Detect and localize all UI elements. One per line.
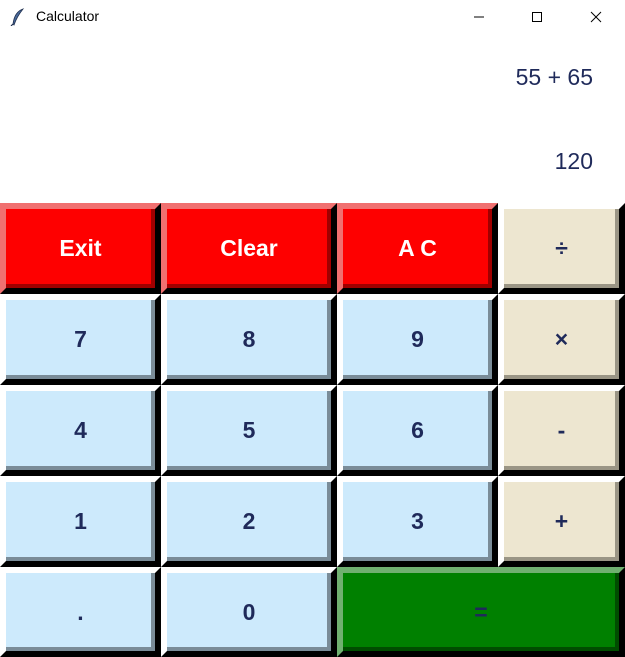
exit-button[interactable]: Exit (0, 203, 161, 294)
eight-button[interactable]: 8 (161, 294, 337, 385)
feather-icon (10, 8, 26, 27)
title-bar[interactable]: Calculator (0, 0, 625, 34)
close-button[interactable] (567, 0, 625, 34)
one-button[interactable]: 1 (0, 476, 161, 567)
four-button[interactable]: 4 (0, 385, 161, 476)
calculator-window: Calculator 55 + 65 120 Exit Clear A C ÷ … (0, 0, 625, 657)
zero-button[interactable]: 0 (161, 567, 337, 657)
maximize-icon (532, 12, 542, 22)
seven-button[interactable]: 7 (0, 294, 161, 385)
all-clear-button[interactable]: A C (337, 203, 498, 294)
window-title: Calculator (36, 8, 100, 24)
expression-display: 55 + 65 (515, 64, 593, 90)
minus-button[interactable]: - (498, 385, 625, 476)
minimize-button[interactable] (450, 0, 508, 34)
clear-button[interactable]: Clear (161, 203, 337, 294)
three-button[interactable]: 3 (337, 476, 498, 567)
decimal-button[interactable]: . (0, 567, 161, 657)
two-button[interactable]: 2 (161, 476, 337, 567)
minimize-icon (474, 16, 484, 18)
multiply-button[interactable]: × (498, 294, 625, 385)
result-display: 120 (554, 148, 593, 174)
equals-button[interactable]: = (337, 567, 625, 657)
maximize-button[interactable] (508, 0, 566, 34)
close-icon (590, 11, 602, 23)
six-button[interactable]: 6 (337, 385, 498, 476)
divide-button[interactable]: ÷ (498, 203, 625, 294)
plus-button[interactable]: + (498, 476, 625, 567)
nine-button[interactable]: 9 (337, 294, 498, 385)
five-button[interactable]: 5 (161, 385, 337, 476)
